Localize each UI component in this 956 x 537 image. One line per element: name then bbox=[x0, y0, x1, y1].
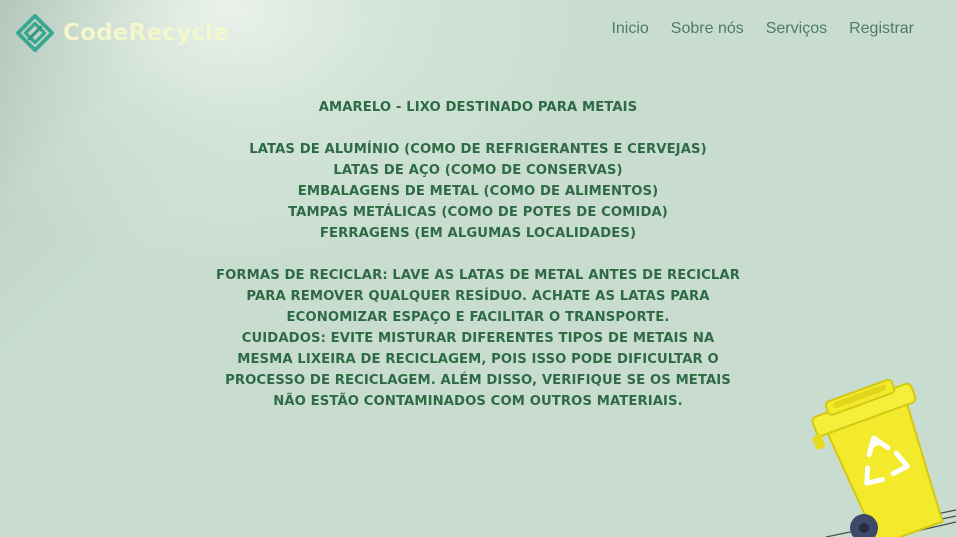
list-item: TAMPAS METÁLICAS (COMO DE POTES DE COMID… bbox=[288, 205, 668, 220]
yellow-recycling-bin-icon bbox=[811, 378, 956, 537]
info-content: AMARELO - LIXO DESTINADO PARA METAIS LAT… bbox=[213, 97, 743, 412]
section-heading: AMARELO - LIXO DESTINADO PARA METAIS bbox=[318, 100, 638, 115]
recycle-instructions: FORMAS DE RECICLAR: LAVE AS LATAS DE MET… bbox=[216, 268, 740, 325]
recycle-diamond-icon bbox=[16, 14, 54, 52]
list-item: LATAS DE AÇO (COMO DE CONSERVAS) bbox=[333, 163, 623, 178]
nav-item-registrar[interactable]: Registrar bbox=[849, 20, 914, 38]
nav-item-servicos[interactable]: Serviços bbox=[766, 20, 827, 38]
list-item: FERRAGENS (EM ALGUMAS LOCALIDADES) bbox=[319, 226, 637, 241]
main-nav: Inicio Sobre nós Serviços Registrar bbox=[589, 20, 914, 38]
list-item: EMBALAGENS DE METAL (COMO DE ALIMENTOS) bbox=[297, 184, 659, 199]
care-instructions: CUIDADOS: EVITE MISTURAR DIFERENTES TIPO… bbox=[225, 331, 731, 409]
nav-item-sobre-nos[interactable]: Sobre nós bbox=[671, 20, 744, 38]
nav-item-inicio[interactable]: Inicio bbox=[611, 20, 648, 38]
site-header: CodeRecycle Inicio Sobre nós Serviços Re… bbox=[0, 0, 956, 68]
brand-logo-link[interactable]: CodeRecycle bbox=[16, 14, 229, 52]
list-item: LATAS DE ALUMÍNIO (COMO DE REFRIGERANTES… bbox=[249, 142, 707, 157]
brand-name: CodeRecycle bbox=[63, 20, 229, 46]
